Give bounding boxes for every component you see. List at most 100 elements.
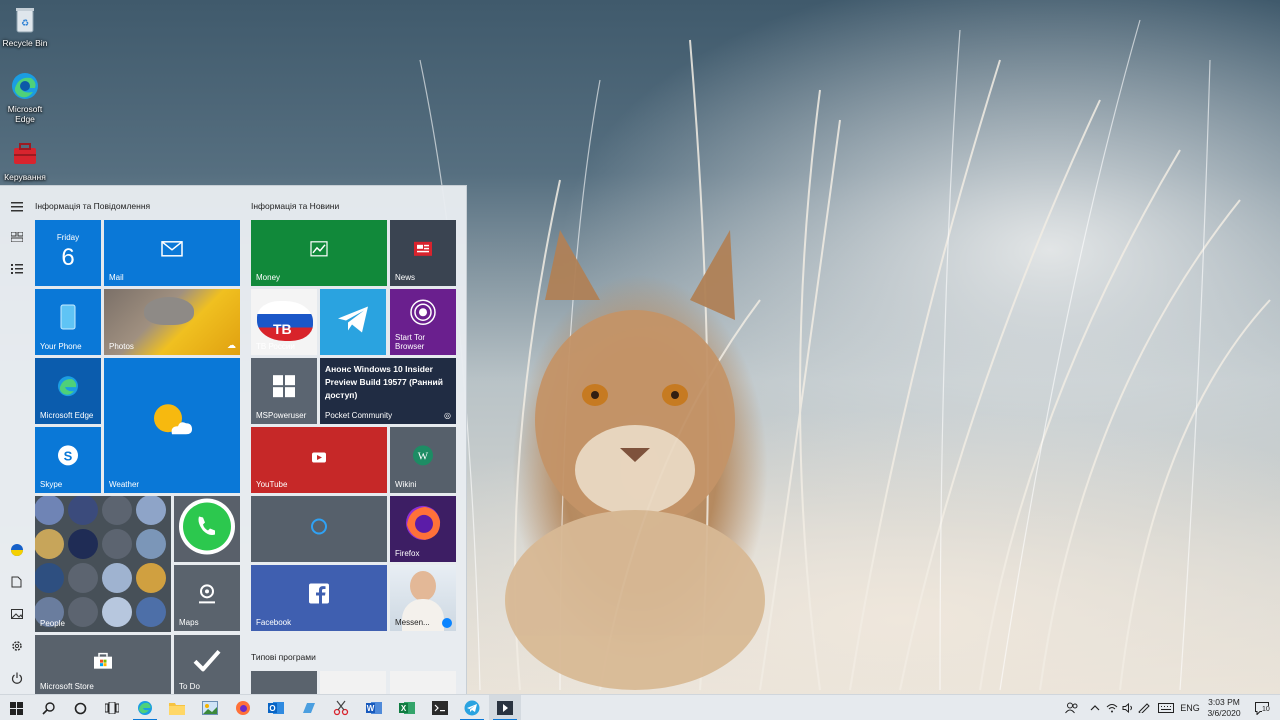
terminal-icon [432,701,448,715]
tile-weather[interactable]: Weather [104,358,240,493]
taskbar-edge[interactable] [129,695,161,720]
tile-label: Pocket Community [325,411,393,420]
tile-microsoft-store[interactable]: Microsoft Store [35,635,171,695]
show-hidden-icons-button[interactable] [1086,695,1104,720]
firefox-icon [403,503,443,548]
tile-firefox[interactable]: Firefox [390,496,456,562]
tile-default-app-2[interactable] [320,671,386,695]
volume-button[interactable] [1120,695,1136,720]
taskbar-excel[interactable]: X [391,695,423,720]
mail-icon [161,241,183,262]
store-bag-icon [93,652,113,675]
cortana-button[interactable] [64,695,96,720]
taskbar-photos[interactable] [194,695,226,720]
tile-tor-browser[interactable]: Start Tor Browser [390,289,456,355]
tile-mail[interactable]: Mail [104,220,240,286]
pictures-icon[interactable] [8,605,25,622]
people-icon [1065,702,1078,714]
app-icon [303,703,315,713]
facebook-icon [309,583,329,609]
maps-icon [196,582,218,609]
taskbar-telegram[interactable] [456,695,488,720]
search-icon [41,701,55,715]
action-center-button[interactable]: 10 [1250,695,1274,720]
cloud-icon: ☁ [227,340,236,350]
taskbar-outlook[interactable]: O [260,695,292,720]
hamburger-menu-icon[interactable] [8,198,25,215]
tile-label: People [40,619,65,628]
wifi-icon [1106,704,1118,713]
tile-label: Facebook [256,618,292,627]
tile-telegram[interactable] [320,289,386,355]
search-button[interactable] [32,695,64,720]
tile-money[interactable]: Money [251,220,387,286]
taskbar-app-blue[interactable] [293,695,325,720]
desktop-icon-edge[interactable]: Microsoft Edge [0,70,50,124]
tile-youtube[interactable]: YouTube [251,427,387,493]
tile-calendar[interactable]: Friday 6 [35,220,101,286]
tiles-view-icon[interactable] [8,228,25,245]
tile-label: Microsoft Store [40,682,94,691]
documents-icon[interactable] [8,573,25,590]
taskbar-word[interactable]: W [358,695,390,720]
tile-default-app-1[interactable] [251,671,317,695]
svg-text:O: O [269,704,275,713]
tile-messenger[interactable]: Messen... [390,565,456,631]
tile-wikini[interactable]: W Wikini [390,427,456,493]
tile-news[interactable]: News [390,220,456,286]
tile-skype[interactable]: S Skype [35,427,101,493]
excel-icon: X [399,702,415,714]
telegram-icon [464,700,480,716]
windows-logo-icon [272,374,296,403]
tile-whatsapp[interactable] [174,496,240,562]
tile-tv-russia[interactable]: ТВ ТВ России [251,289,317,355]
taskbar-snipping[interactable] [325,695,357,720]
svg-text:W: W [367,704,375,713]
desktop-icon-recycle-bin[interactable]: ♻ Recycle Bin [0,4,50,48]
lynx [505,230,765,690]
clock[interactable]: 3:03 PM 3/6/2020 [1204,695,1244,720]
input-language-button[interactable]: ENG [1178,695,1202,720]
touch-keyboard-button[interactable] [1156,695,1176,720]
taskbar-file-explorer[interactable] [161,695,193,720]
svg-text:X: X [401,704,407,713]
tile-label: To Do [179,682,200,691]
start-button[interactable] [0,695,32,720]
tile-mspoweruser[interactable]: MSPoweruser [251,358,317,424]
tile-photos[interactable]: Photos ☁ [104,289,240,355]
desktop-icon-keruvannia[interactable]: Керування [0,138,50,182]
tile-default-app-3[interactable] [390,671,456,695]
settings-gear-icon[interactable] [8,637,25,654]
cat-photo-image [144,297,194,325]
cortana-icon [74,702,86,714]
tile-pocket-community[interactable]: Анонс Windows 10 Insider Preview Build 1… [320,358,456,424]
network-button[interactable] [1104,695,1120,720]
scissors-icon [333,700,349,716]
taskbar-terminal[interactable] [424,695,456,720]
taskbar-firefox[interactable] [227,695,259,720]
all-apps-list-icon[interactable] [8,260,25,277]
taskbar-start-menu-app[interactable] [489,695,521,720]
chart-icon [310,241,328,262]
taskbar: O W X ENG 3:03 PM 3/6/2020 10 [0,694,1280,720]
sun-cloud-icon [150,402,194,443]
pen-workspace-button[interactable] [1136,695,1154,720]
tile-maps[interactable]: Maps [174,565,240,631]
power-icon[interactable] [8,669,25,686]
task-view-button[interactable] [96,695,128,720]
chevron-up-icon [1090,705,1100,711]
people-button[interactable] [1062,695,1082,720]
tile-your-phone[interactable]: Your Phone [35,289,101,355]
user-avatar-flag-icon[interactable] [8,541,25,558]
tile-label: Photos [109,342,134,351]
tile-microsoft-edge[interactable]: Microsoft Edge [35,358,101,424]
tile-label: Start Tor Browser [395,333,426,351]
calendar-day-name: Friday [56,233,80,242]
photos-icon [202,701,218,715]
tile-cortana[interactable] [251,496,387,562]
tile-to-do[interactable]: To Do [174,635,240,695]
tile-people[interactable]: People [35,496,171,632]
outlook-icon: O [268,702,284,714]
tile-facebook[interactable]: Facebook [251,565,387,631]
clock-time: 3:03 PM [1208,697,1240,707]
